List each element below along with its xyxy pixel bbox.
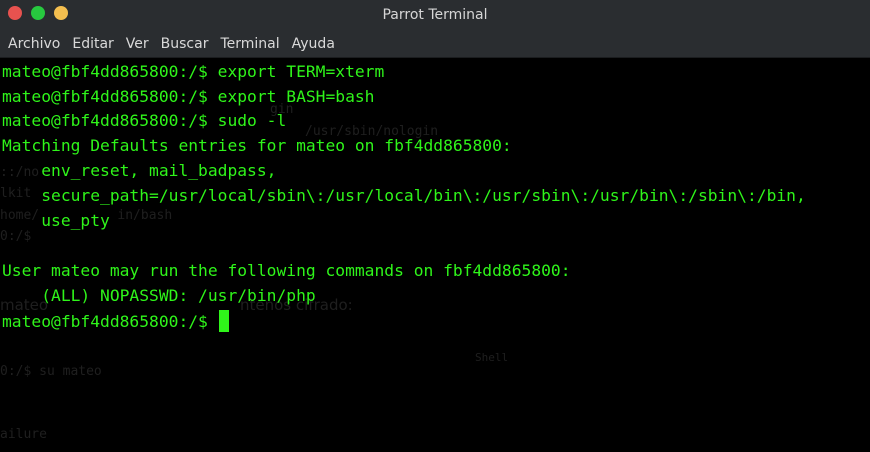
ghost-text: ailure bbox=[0, 427, 47, 442]
terminal-cursor bbox=[218, 310, 229, 332]
terminal-line: secure_path=/usr/local/sbin\:/usr/local/… bbox=[2, 186, 806, 205]
menu-ver[interactable]: Ver bbox=[120, 30, 155, 58]
title-bar: Parrot Terminal bbox=[0, 0, 870, 30]
terminal-line: (ALL) NOPASSWD: /usr/bin/php bbox=[2, 286, 316, 305]
menu-editar[interactable]: Editar bbox=[66, 30, 119, 58]
terminal-line: mateo@fbf4dd865800:/$ export BASH=bash bbox=[2, 87, 375, 106]
terminal-line: Matching Defaults entries for mateo on f… bbox=[2, 136, 512, 155]
terminal-line: use_pty bbox=[2, 211, 110, 230]
terminal-prompt-line[interactable]: mateo@fbf4dd865800:/$ bbox=[2, 310, 229, 332]
menu-bar: Archivo Editar Ver Buscar Terminal Ayuda bbox=[0, 30, 870, 58]
menu-archivo[interactable]: Archivo bbox=[2, 30, 66, 58]
terminal-output[interactable]: gin /usr/sbin/nologin ::/no lkit home/ i… bbox=[0, 59, 870, 452]
terminal-window: Parrot Terminal Archivo Editar Ver Busca… bbox=[0, 0, 870, 452]
ghost-text: Shell bbox=[475, 351, 509, 364]
terminal-line: mateo@fbf4dd865800:/$ export TERM=xterm bbox=[2, 62, 385, 81]
terminal-line: env_reset, mail_badpass, bbox=[2, 161, 277, 180]
window-title: Parrot Terminal bbox=[382, 7, 488, 23]
menu-buscar[interactable]: Buscar bbox=[155, 30, 215, 58]
ghost-text: 0:/$ su mateo bbox=[0, 364, 102, 379]
terminal-line: mateo@fbf4dd865800:/$ sudo -l bbox=[2, 111, 287, 130]
menu-terminal[interactable]: Terminal bbox=[214, 30, 285, 58]
terminal-prompt: mateo@fbf4dd865800:/$ bbox=[2, 312, 218, 331]
terminal-line: User mateo may run the following command… bbox=[2, 261, 571, 280]
menu-ayuda[interactable]: Ayuda bbox=[286, 30, 341, 58]
ghost-text: 0:/$ bbox=[0, 229, 32, 244]
